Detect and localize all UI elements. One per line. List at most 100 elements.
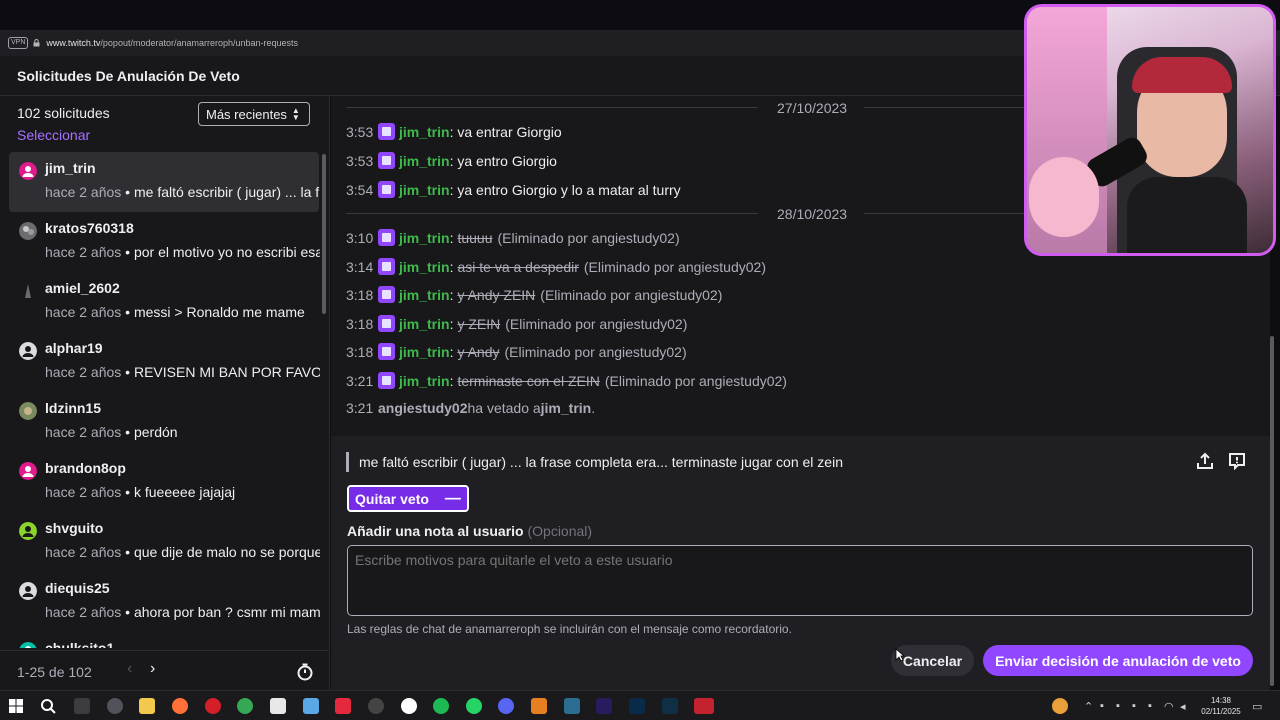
chat-message: 3:54 jim_trin: ya entro Giorgio y lo a ma… — [346, 181, 681, 198]
request-quote: me faltó escribir ( jugar) ... la frase … — [346, 452, 843, 472]
discord-icon[interactable] — [498, 698, 514, 714]
list-item[interactable]: jim_trin hace 2 años • me faltó escribir… — [9, 152, 320, 212]
list-item[interactable]: brandon8op hace 2 años • k fueeeee jajaj… — [9, 452, 319, 512]
sub-badge-icon — [378, 315, 395, 332]
avatar — [19, 282, 37, 300]
tray-icon[interactable]: ▪ — [1132, 700, 1136, 712]
taskbar: ⌃ ▪ ▪ ▪ ▪ ◠ ◂ 14:38 02/11/2025 ▭ — [0, 690, 1280, 720]
tray-icon[interactable]: ▪ — [1100, 700, 1104, 712]
sort-label: Más recientes — [206, 106, 287, 122]
timer-icon[interactable] — [296, 663, 314, 681]
tray-icon[interactable]: ▪ — [1148, 700, 1152, 712]
vpn-badge[interactable]: VPN — [8, 37, 29, 49]
app-icon[interactable] — [564, 698, 580, 714]
clock[interactable]: 14:38 02/11/2025 — [1199, 695, 1243, 717]
chat-message: 3:53 jim_trin: va entrar Giorgio — [346, 123, 562, 140]
avatar — [19, 582, 37, 600]
chat-message-deleted: 3:18 jim_trin: y ZEIN (Eliminado por angies… — [346, 315, 688, 332]
app-icon[interactable] — [303, 698, 319, 714]
chat-message-deleted: 3:14 jim_trin: asi te va a despedir (Elimin… — [346, 258, 766, 275]
mouse-cursor-icon — [895, 648, 905, 662]
share-icon[interactable] — [1196, 452, 1214, 470]
app-icon[interactable] — [531, 698, 547, 714]
chat-message-deleted: 3:10 jim_trin: tuuuu (Eliminado por angiest… — [346, 229, 680, 246]
avatar — [19, 222, 37, 240]
request-preview: hace 2 años • perdón — [45, 424, 178, 440]
request-count: 102 solicitudes — [17, 105, 110, 121]
tray-app-icon[interactable] — [1052, 698, 1068, 714]
task-view-icon[interactable] — [74, 698, 90, 714]
lightroom-icon[interactable] — [662, 698, 678, 714]
request-preview: hace 2 años • ahora por ban ? csmr mi ma… — [45, 604, 320, 620]
chat-message: 3:53 jim_trin: ya entro Giorgio — [346, 152, 557, 169]
folder-icon[interactable] — [139, 698, 155, 714]
rules-notice: Las reglas de chat de anamarreroph se in… — [347, 622, 792, 636]
chrome-icon[interactable] — [237, 698, 253, 714]
list-item[interactable]: diequis25 hace 2 años • ahora por ban ? … — [9, 572, 320, 632]
opera-icon[interactable] — [205, 698, 221, 714]
note-label: Añadir una nota al usuario (Opcional) — [347, 523, 593, 539]
firefox-icon[interactable] — [172, 698, 188, 714]
unban-label: Quitar veto — [355, 490, 429, 507]
photoshop-icon[interactable] — [629, 698, 645, 714]
volume-icon[interactable]: ◂ — [1180, 700, 1186, 713]
sub-badge-icon — [378, 152, 395, 169]
avatar — [19, 462, 37, 480]
sort-arrows-icon: ▲ ▼ — [291, 106, 300, 122]
submit-decision-button[interactable]: Enviar decisión de anulación de veto — [983, 645, 1253, 676]
app-icon[interactable] — [107, 698, 123, 714]
page-range: 1-25 de 102 — [17, 664, 92, 680]
notion-icon[interactable] — [270, 698, 286, 714]
app-icon[interactable] — [335, 698, 351, 714]
request-detail: me faltó escribir ( jugar) ... la frase … — [331, 436, 1270, 690]
avatar — [19, 342, 37, 360]
chevron-left-icon[interactable]: ‹ — [127, 660, 132, 678]
select-link[interactable]: Seleccionar — [17, 127, 90, 143]
list-item[interactable]: amiel_2602 hace 2 años • messi > Ronaldo… — [9, 272, 319, 332]
premiere-icon[interactable] — [596, 698, 612, 714]
url-path: /popout/moderator/anamarreroph/unban-req… — [100, 38, 299, 48]
list-item[interactable]: shvguito hace 2 años • que dije de malo … — [9, 512, 320, 572]
request-preview: hace 2 años • messi > Ronaldo me mame — [45, 304, 305, 320]
avatar — [19, 402, 37, 420]
sub-badge-icon — [378, 372, 395, 389]
request-username: ldzinn15 — [45, 400, 102, 416]
request-preview: hace 2 años • me faltó escribir ( jugar)… — [45, 184, 320, 200]
request-username: jim_trin — [45, 160, 96, 176]
url-host: www.twitch.tv — [46, 38, 101, 48]
windows-start-icon[interactable] — [8, 698, 24, 714]
search-icon[interactable] — [40, 698, 56, 714]
note-textarea[interactable] — [347, 545, 1253, 616]
chat-scrollbar[interactable] — [1270, 336, 1274, 686]
notification-icon[interactable]: ▭ — [1252, 700, 1262, 713]
avatar — [19, 642, 37, 648]
sub-badge-icon — [378, 123, 395, 140]
whatsapp-icon[interactable] — [466, 698, 482, 714]
app-icon[interactable] — [401, 698, 417, 714]
sort-dropdown[interactable]: Más recientes ▲ ▼ — [198, 102, 310, 126]
app-icon[interactable] — [694, 698, 714, 714]
request-preview: hace 2 años • que dije de malo no se por… — [45, 544, 320, 560]
unban-toggle-button[interactable]: Quitar veto — — [347, 485, 469, 512]
report-icon[interactable] — [1228, 452, 1246, 470]
list-scrollbar[interactable] — [322, 154, 326, 314]
wifi-icon[interactable]: ◠ — [1164, 700, 1174, 713]
sub-badge-icon — [378, 343, 395, 360]
chevron-right-icon[interactable]: › — [150, 660, 155, 678]
tray-icon[interactable]: ▪ — [1116, 700, 1120, 712]
sub-badge-icon — [378, 229, 395, 246]
request-username: diequis25 — [45, 580, 110, 596]
request-list: jim_trin hace 2 años • me faltó escribir… — [0, 152, 320, 648]
chevron-up-icon[interactable]: ⌃ — [1084, 700, 1093, 713]
request-username: shvguito — [45, 520, 104, 536]
list-item[interactable]: alphar19 hace 2 años • REVISEN MI BAN PO… — [9, 332, 320, 392]
obs-icon[interactable] — [368, 698, 384, 714]
lock-icon — [33, 39, 40, 47]
sub-badge-icon — [378, 181, 395, 198]
avatar — [19, 522, 37, 540]
list-item[interactable]: kratos760318 hace 2 años • por el motivo… — [9, 212, 320, 272]
page-title: Solicitudes De Anulación De Veto — [17, 68, 240, 84]
spotify-icon[interactable] — [433, 698, 449, 714]
list-item[interactable]: ldzinn15 hace 2 años • perdón — [9, 392, 319, 452]
list-item[interactable]: chulksito1 — [9, 632, 319, 648]
